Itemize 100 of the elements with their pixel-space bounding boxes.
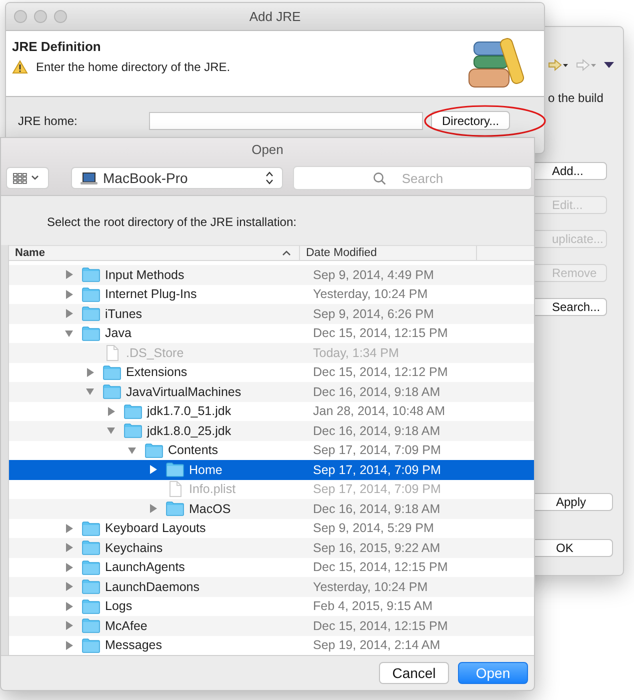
directory-button[interactable]: Directory...	[431, 111, 510, 130]
file-row[interactable]: MacOS Dec 16, 2014, 9:18 AM	[9, 499, 534, 518]
file-name: Messages	[105, 638, 162, 652]
file-name: Keyboard Layouts	[105, 521, 206, 536]
jre-home-field[interactable]	[149, 112, 423, 130]
date-modified: Dec 15, 2014, 12:15 PM	[312, 618, 448, 633]
section-title: JRE Definition	[12, 39, 102, 54]
file-name: Logs	[105, 599, 132, 614]
file-row[interactable]: LaunchAgents Dec 15, 2014, 12:15 PM	[9, 558, 534, 577]
disclosure-triangle-icon[interactable]	[65, 543, 73, 552]
disclosure-triangle-icon[interactable]	[65, 290, 73, 299]
disclosure-triangle-icon[interactable]	[65, 328, 73, 338]
file-name: Home	[189, 462, 222, 477]
date-modified: Dec 16, 2014, 9:18 AM	[312, 384, 440, 399]
file-row[interactable]: LaunchDaemons Yesterday, 10:24 PM	[9, 577, 534, 596]
disclosure-triangle-icon[interactable]	[128, 446, 136, 455]
file-row[interactable]: Messages Sep 19, 2014, 2:14 AM	[9, 636, 534, 655]
disclosure-triangle-icon[interactable]	[65, 640, 73, 650]
grid-icon	[13, 172, 27, 184]
folder-icon	[82, 520, 100, 536]
file-row[interactable]: jdk1.8.0_25.jdk Dec 16, 2014, 9:18 AM	[9, 421, 534, 440]
file-row[interactable]: Contents Sep 17, 2014, 7:09 PM	[9, 440, 534, 460]
file-row[interactable]: Extensions Dec 15, 2014, 12:12 PM	[9, 362, 534, 382]
folder-icon	[166, 501, 184, 516]
file-row[interactable]: Keyboard Layouts Sep 9, 2014, 5:29 PM	[9, 518, 534, 538]
disclosure-triangle-icon[interactable]	[86, 387, 94, 396]
file-name: iTunes	[105, 306, 142, 321]
prompt-text: Select the root directory of the JRE installation:	[46, 214, 298, 231]
folder-icon	[82, 598, 100, 614]
folder-icon	[103, 384, 121, 400]
file-name: Internet Plug-Ins	[105, 287, 197, 302]
date-modified: Sep 9, 2014, 4:49 PM	[312, 268, 434, 282]
folder-icon	[82, 286, 100, 302]
folder-icon	[82, 638, 100, 653]
file-name: Info.plist	[189, 482, 236, 496]
disclosure-triangle-icon[interactable]	[65, 524, 73, 533]
file-name: Contents	[168, 443, 218, 458]
file-name: McAfee	[105, 618, 148, 633]
file-row[interactable]: McAfee Dec 15, 2014, 12:15 PM	[9, 616, 534, 636]
file-name: MacOS	[189, 502, 231, 516]
message-text: Enter the home directory of the JRE.	[36, 60, 230, 74]
folder-icon	[82, 540, 100, 556]
window-title: Add JRE	[248, 9, 302, 24]
folder-icon	[124, 423, 142, 438]
file-row[interactable]: JavaVirtualMachines Dec 16, 2014, 9:18 AM	[9, 382, 534, 402]
file-name: Java	[105, 326, 132, 340]
folder-icon	[124, 404, 142, 419]
date-modified: Yesterday, 10:24 PM	[312, 287, 428, 302]
file-row[interactable]: Logs Feb 4, 2015, 9:15 AM	[9, 596, 534, 616]
file-row[interactable]: Java Dec 15, 2014, 12:15 PM	[9, 324, 534, 343]
date-modified: Today, 1:34 PM	[312, 346, 399, 360]
disclosure-triangle-icon[interactable]	[65, 562, 73, 572]
window-title: Open	[250, 141, 284, 157]
forward-arrow-icon[interactable]	[547, 59, 569, 71]
date-modified: Sep 17, 2014, 7:09 PM	[312, 482, 441, 496]
folder-icon	[145, 442, 163, 458]
view-options-button[interactable]	[6, 167, 49, 189]
file-row[interactable]: Keychains Sep 16, 2015, 9:22 AM	[9, 538, 534, 558]
cancel-button[interactable]: Cancel	[379, 662, 449, 684]
date-modified: Dec 15, 2014, 12:15 PM	[312, 326, 448, 340]
date-modified: Dec 16, 2014, 9:18 AM	[312, 424, 440, 438]
file-row[interactable]: Input Methods Sep 9, 2014, 4:49 PM	[9, 265, 534, 284]
disclosure-triangle-icon[interactable]	[149, 465, 157, 474]
disclosure-triangle-icon[interactable]	[65, 309, 73, 318]
chevron-icon	[31, 175, 39, 181]
disclosure-triangle-icon[interactable]	[65, 582, 73, 592]
disclosure-triangle-icon[interactable]	[107, 406, 115, 416]
column-header[interactable]: Name	[15, 247, 45, 259]
folder-icon	[166, 462, 184, 478]
folder-icon	[82, 618, 100, 634]
folder-icon	[82, 560, 100, 575]
file-name: Extensions	[126, 365, 188, 380]
folder-icon	[82, 326, 100, 341]
disclosure-triangle-icon[interactable]	[149, 504, 157, 514]
search-field[interactable]: Search	[293, 166, 532, 190]
date-modified: Sep 16, 2015, 9:22 AM	[312, 540, 440, 555]
file-name: JavaVirtualMachines	[126, 384, 242, 399]
disclosure-triangle-icon[interactable]	[86, 368, 94, 377]
file-row[interactable]: iTunes Sep 9, 2014, 6:26 PM	[9, 304, 534, 324]
file-row[interactable]: Home Sep 17, 2014, 7:09 PM	[9, 460, 534, 480]
disclosure-triangle-icon[interactable]	[107, 426, 115, 436]
folder-icon	[82, 579, 100, 594]
file-name: jdk1.7.0_51.jdk	[147, 404, 232, 418]
disclosure-triangle-icon[interactable]	[65, 270, 73, 280]
file-row[interactable]: Internet Plug-Ins Yesterday, 10:24 PM	[9, 284, 534, 304]
date-modified: Feb 4, 2015, 9:15 AM	[312, 599, 433, 614]
sort-caret-icon[interactable]	[282, 250, 291, 256]
date-modified: Sep 19, 2014, 2:14 AM	[312, 638, 440, 652]
file-row[interactable]: jdk1.7.0_51.jdk Jan 28, 2014, 10:48 AM	[9, 402, 534, 421]
disclosure-triangle-icon[interactable]	[65, 621, 73, 630]
file-name: Keychains	[105, 540, 163, 555]
location-popup[interactable]: MacBook-Pro	[71, 167, 283, 189]
date-modified: Sep 9, 2014, 6:26 PM	[312, 306, 434, 321]
date-modified: Dec 15, 2014, 12:12 PM	[312, 365, 448, 380]
column-header[interactable]: Date Modified	[306, 247, 377, 259]
date-modified: Sep 17, 2014, 7:09 PM	[312, 443, 441, 458]
disclosure-triangle-icon[interactable]	[65, 602, 73, 611]
date-modified: Yesterday, 10:24 PM	[312, 580, 428, 594]
dropdown-icon[interactable]	[603, 60, 615, 70]
file-name: LaunchAgents	[105, 560, 185, 574]
